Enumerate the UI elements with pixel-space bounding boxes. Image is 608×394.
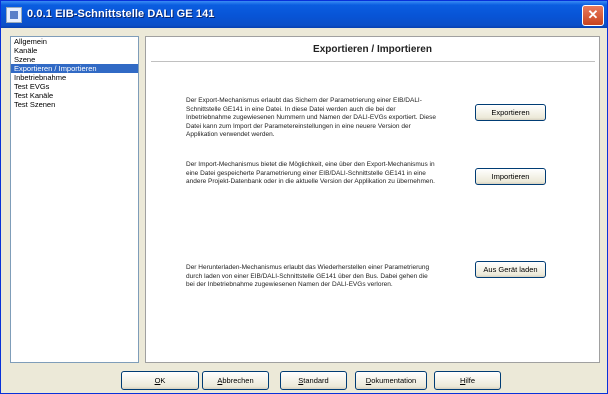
sidebar-item-szene[interactable]: Szene (11, 55, 138, 64)
documentation-button[interactable]: Dokumentation (355, 371, 427, 390)
export-description: Der Export-Mechanismus erlaubt das Siche… (186, 97, 437, 139)
export-button[interactable]: Exportieren (475, 104, 546, 121)
window-title: 0.0.1 EIB-Schnittstelle DALI GE 141 (27, 8, 215, 20)
content-panel: Exportieren / Importieren Der Export-Mec… (145, 36, 600, 363)
import-button[interactable]: Importieren (475, 168, 546, 185)
standard-button[interactable]: Standard (280, 371, 347, 390)
title-divider (151, 61, 595, 62)
cancel-button[interactable]: Abbrechen (202, 371, 269, 390)
cancel-button-label: bbrechen (222, 376, 254, 385)
import-description: Der Import-Mechanismus bietet die Möglic… (186, 161, 435, 186)
help-button[interactable]: Hilfe (434, 371, 501, 390)
sidebar-item-kanaele[interactable]: Kanäle (11, 46, 138, 55)
ok-button[interactable]: OK (121, 371, 199, 390)
load-from-device-button[interactable]: Aus Gerät laden (475, 261, 546, 278)
parameter-navigation-list: Allgemein Kanäle Szene Exportieren / Imp… (10, 36, 139, 363)
standard-button-label: tandard (303, 376, 329, 385)
application-icon (6, 7, 22, 23)
sidebar-item-exportieren-importieren[interactable]: Exportieren / Importieren (11, 64, 138, 73)
documentation-button-label: okumentation (371, 376, 417, 385)
sidebar-item-allgemein[interactable]: Allgemein (11, 37, 138, 46)
sidebar-item-test-kanaele[interactable]: Test Kanäle (11, 91, 138, 100)
close-button[interactable]: ✕ (582, 5, 604, 26)
download-description: Der Herunterladen-Mechanismus erlaubt da… (186, 264, 430, 289)
sidebar-item-inbetriebnahme[interactable]: Inbetriebnahme (11, 73, 138, 82)
ok-button-label: K (160, 376, 166, 385)
help-button-label: ilfe (465, 376, 475, 385)
sidebar-item-test-szenen[interactable]: Test Szenen (11, 100, 138, 109)
title-bar[interactable]: 0.0.1 EIB-Schnittstelle DALI GE 141 ✕ (1, 1, 607, 28)
sidebar-item-test-evgs[interactable]: Test EVGs (11, 82, 138, 91)
page-title: Exportieren / Importieren (313, 44, 432, 55)
